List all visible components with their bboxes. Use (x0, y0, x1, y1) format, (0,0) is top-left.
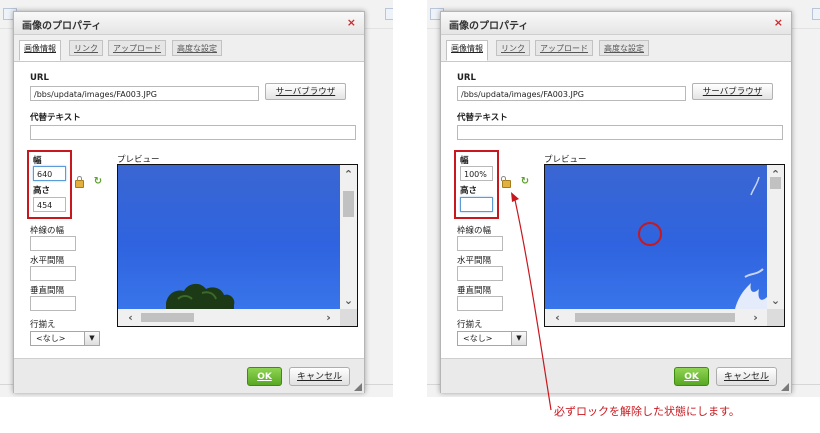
focus-marker-circle (638, 222, 662, 246)
chevron-down-icon[interactable]: ▼ (84, 332, 99, 345)
highlight-box (454, 150, 499, 219)
border-label: 枠線の幅 (30, 226, 65, 236)
scrollbar-corner (767, 309, 784, 326)
align-select-value: <なし> (463, 334, 493, 343)
alt-text-label: 代替テキスト (457, 113, 508, 123)
tab-image-info[interactable]: 画像情報 (19, 40, 61, 61)
ok-button[interactable]: OK (247, 367, 282, 386)
scroll-left-icon[interactable]: ‹ (122, 312, 139, 323)
align-select[interactable]: <なし> ▼ (457, 331, 527, 346)
scroll-right-icon[interactable]: › (747, 312, 764, 323)
hspace-field[interactable] (457, 266, 503, 281)
image-properties-dialog: 画像のプロパティ × 画像情報 リンク アップロード 高度な設定 URL /bb… (440, 11, 792, 393)
dialog-title: 画像のプロパティ (449, 21, 529, 32)
tab-advanced[interactable]: 高度な設定 (172, 40, 222, 56)
scroll-down-icon[interactable]: ⌄ (767, 295, 784, 306)
reset-size-icon[interactable]: ↻ (520, 177, 530, 187)
tab-advanced[interactable]: 高度な設定 (599, 40, 649, 56)
tab-upload[interactable]: アップロード (108, 40, 166, 56)
vspace-field[interactable] (30, 296, 76, 311)
image-properties-dialog: 画像のプロパティ × 画像情報 リンク アップロード 高度な設定 URL /bb… (13, 11, 365, 393)
vspace-field[interactable] (457, 296, 503, 311)
border-label: 枠線の幅 (457, 226, 492, 236)
alt-text-field[interactable] (457, 125, 783, 140)
preview-vertical-scrollbar[interactable]: ⌃ ⌄ (340, 165, 357, 309)
right-screenshot: 画像のプロパティ × 画像情報 リンク アップロード 高度な設定 URL /bb… (427, 0, 820, 397)
hspace-label: 水平間隔 (30, 256, 65, 266)
alt-text-label: 代替テキスト (30, 113, 81, 123)
close-icon[interactable]: × (774, 16, 783, 29)
tree-silhouette (166, 283, 235, 309)
cancel-button[interactable]: キャンセル (716, 367, 777, 386)
scroll-thumb[interactable] (141, 313, 194, 322)
server-browser-button[interactable]: サーバブラウザ (692, 83, 773, 100)
dialog-footer: OK キャンセル (441, 358, 791, 393)
align-select[interactable]: <なし> ▼ (30, 331, 100, 346)
cancel-button[interactable]: キャンセル (289, 367, 350, 386)
image-preview: ⌃ ⌄ ‹ › (544, 164, 785, 327)
chevron-down-icon[interactable]: ▼ (511, 332, 526, 345)
tab-upload[interactable]: アップロード (535, 40, 593, 56)
server-browser-button[interactable]: サーバブラウザ (265, 83, 346, 100)
preview-horizontal-scrollbar[interactable]: ‹ › (118, 309, 340, 326)
scroll-right-icon[interactable]: › (320, 312, 337, 323)
scrollbar-corner (340, 309, 357, 326)
alt-text-field[interactable] (30, 125, 356, 140)
background-checkbox (812, 8, 820, 20)
ok-button[interactable]: OK (674, 367, 709, 386)
preview-image (118, 165, 340, 309)
scroll-down-icon[interactable]: ⌄ (340, 295, 357, 306)
resize-grip-icon[interactable] (781, 383, 789, 391)
tab-bar: 画像情報 リンク アップロード 高度な設定 (14, 35, 364, 62)
background-checkbox (385, 8, 393, 20)
preview-image (545, 165, 767, 309)
border-field[interactable] (30, 236, 76, 251)
dialog-title: 画像のプロパティ (22, 21, 102, 32)
scroll-thumb[interactable] (770, 177, 781, 189)
border-field[interactable] (457, 236, 503, 251)
scroll-up-icon[interactable]: ⌃ (340, 169, 357, 180)
tab-link[interactable]: リンク (69, 40, 103, 56)
image-preview: ⌃ ⌄ ‹ › (117, 164, 358, 327)
dialog-title-bar: 画像のプロパティ × (441, 12, 791, 35)
tab-link[interactable]: リンク (496, 40, 530, 56)
vspace-label: 垂直間隔 (457, 286, 492, 296)
dialog-footer: OK キャンセル (14, 358, 364, 393)
align-label: 行揃え (30, 320, 56, 330)
hspace-label: 水平間隔 (457, 256, 492, 266)
unlocked-icon[interactable] (501, 176, 511, 188)
url-field[interactable]: /bbs/updata/images/FA003.JPG (30, 86, 259, 101)
url-label: URL (457, 73, 476, 83)
resize-grip-icon[interactable] (354, 383, 362, 391)
align-label: 行揃え (457, 320, 483, 330)
preview-vertical-scrollbar[interactable]: ⌃ ⌄ (767, 165, 784, 309)
close-icon[interactable]: × (347, 16, 356, 29)
annotation-note: 必ずロックを解除した状態にします。 (554, 405, 740, 418)
vspace-label: 垂直間隔 (30, 286, 65, 296)
hspace-field[interactable] (30, 266, 76, 281)
scroll-thumb[interactable] (343, 191, 354, 217)
scroll-left-icon[interactable]: ‹ (549, 312, 566, 323)
left-screenshot: 画像のプロパティ × 画像情報 リンク アップロード 高度な設定 URL /bb… (0, 0, 393, 397)
preview-horizontal-scrollbar[interactable]: ‹ › (545, 309, 767, 326)
lock-icon[interactable] (75, 176, 84, 188)
url-field[interactable]: /bbs/updata/images/FA003.JPG (457, 86, 686, 101)
tab-bar: 画像情報 リンク アップロード 高度な設定 (441, 35, 791, 62)
highlight-box (27, 150, 72, 219)
url-label: URL (30, 73, 49, 83)
reset-size-icon[interactable]: ↻ (93, 177, 103, 187)
align-select-value: <なし> (36, 334, 66, 343)
dialog-title-bar: 画像のプロパティ × (14, 12, 364, 35)
tab-image-info[interactable]: 画像情報 (446, 40, 488, 61)
cloud-wisps (638, 176, 767, 309)
scroll-thumb[interactable] (575, 313, 735, 322)
